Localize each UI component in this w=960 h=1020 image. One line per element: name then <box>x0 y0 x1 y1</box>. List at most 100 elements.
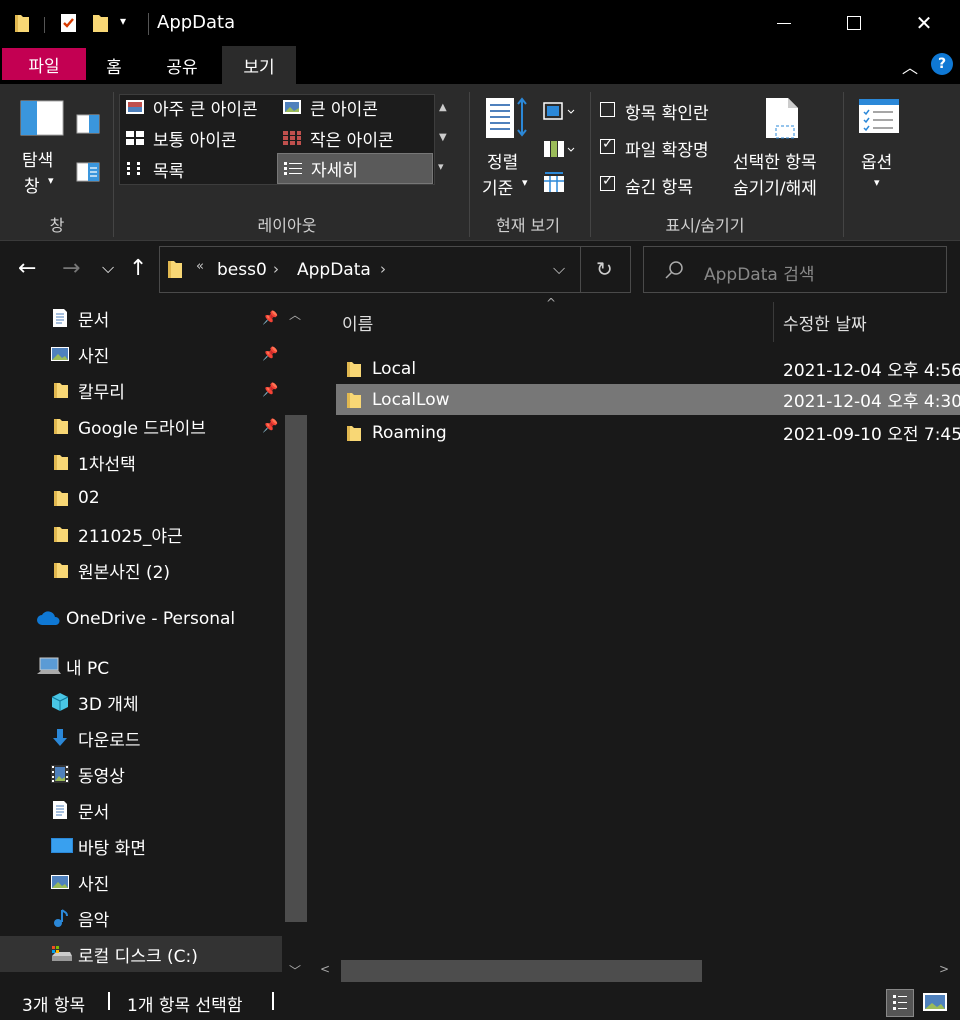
column-header-modified[interactable]: 수정한 날짜 <box>783 310 867 335</box>
add-columns-icon[interactable] <box>543 139 575 159</box>
nav-label: 다운로드 <box>78 730 141 751</box>
layout-list[interactable]: 목록 <box>125 155 184 183</box>
gallery-scroll-down-icon[interactable]: ▼ <box>439 132 447 143</box>
forward-arrow-icon[interactable]: → <box>62 256 80 281</box>
pin-icon[interactable]: 📌 <box>262 347 278 362</box>
pin-icon[interactable]: 📌 <box>262 419 278 434</box>
folder-icon[interactable] <box>14 12 30 34</box>
scroll-left-icon[interactable]: < <box>320 962 330 976</box>
group-by-icon[interactable] <box>543 101 575 121</box>
recent-locations-icon[interactable]: ⌵ <box>102 258 114 278</box>
file-name: LocalLow <box>372 389 450 410</box>
window-title: AppData <box>157 12 236 33</box>
nav-item-local-disk[interactable]: 로컬 디스크 (C:) <box>0 936 282 972</box>
scroll-right-icon[interactable]: > <box>939 962 949 976</box>
new-folder-icon[interactable] <box>92 12 110 34</box>
file-modified: 2021-09-10 오전 7:45 <box>783 425 960 445</box>
nav-item-211025[interactable]: 211025_야근 <box>0 516 282 552</box>
nav-item-02[interactable]: 02 <box>0 480 282 516</box>
refresh-icon[interactable]: ↻ <box>596 257 613 281</box>
folder-icon <box>54 455 68 470</box>
folder-icon <box>54 563 68 578</box>
gallery-expand-icon[interactable]: ▾ <box>438 160 444 173</box>
nav-item-original-photos[interactable]: 원본사진 (2) <box>0 552 282 588</box>
gallery-scroll-up-icon[interactable]: ▲ <box>439 102 447 113</box>
pin-icon[interactable]: 📌 <box>262 311 278 326</box>
nav-item-music[interactable]: 음악 <box>0 900 282 936</box>
nav-item-google-drive[interactable]: Google 드라이브 📌 <box>0 408 282 444</box>
options-button[interactable]: 옵션 ▾ <box>852 94 906 206</box>
nav-item-this-pc[interactable]: 내 PC <box>0 648 282 684</box>
breadcrumb-bess0[interactable]: bess0 <box>217 260 267 280</box>
file-row-roaming[interactable]: Roaming 2021-09-10 오전 7:45 <box>336 417 960 448</box>
nav-item-desktop[interactable]: 바탕 화면 <box>0 828 282 864</box>
group-label-show-hide: 표시/숨기기 <box>665 216 745 235</box>
file-extensions-checkbox[interactable] <box>600 136 615 154</box>
nav-item-1st-selection[interactable]: 1차선택 <box>0 444 282 480</box>
help-icon[interactable]: ? <box>931 53 953 75</box>
nav-scrollbar-thumb[interactable] <box>285 415 307 922</box>
breadcrumb-overflow[interactable]: « <box>196 259 204 274</box>
nav-item-downloads[interactable]: 다운로드 <box>0 720 282 756</box>
tab-home[interactable]: 홈 <box>86 46 142 84</box>
horizontal-scrollbar-thumb[interactable] <box>341 960 702 982</box>
back-arrow-icon[interactable]: ← <box>18 256 36 281</box>
music-icon <box>54 909 68 927</box>
address-history-dropdown-icon[interactable]: ⌵ <box>553 259 565 279</box>
large-icons-icon <box>283 100 301 114</box>
scroll-down-icon[interactable]: ﹀ <box>289 962 301 979</box>
tab-share[interactable]: 공유 <box>150 46 214 84</box>
hidden-items-checkbox[interactable] <box>600 173 615 191</box>
nav-item-documents[interactable]: 문서 📌 <box>0 300 282 336</box>
breadcrumb-appdata[interactable]: AppData <box>297 260 371 280</box>
file-row-local[interactable]: Local 2021-12-04 오후 4:56 <box>336 353 960 384</box>
properties-icon[interactable] <box>58 12 80 34</box>
medium-icons-icon <box>126 131 144 145</box>
pin-icon[interactable]: 📌 <box>262 383 278 398</box>
layout-large-icons[interactable]: 큰 아이콘 <box>282 93 378 121</box>
collapse-ribbon-icon[interactable]: ︿ <box>898 54 922 78</box>
nav-item-pictures-pc[interactable]: 사진 <box>0 864 282 900</box>
item-checkboxes-checkbox[interactable] <box>600 102 615 117</box>
search-box[interactable]: AppData 검색 <box>643 246 947 293</box>
nav-item-pictures[interactable]: 사진 📌 <box>0 336 282 372</box>
details-pane-icon[interactable] <box>76 162 100 182</box>
videos-icon <box>51 765 69 783</box>
details-view-button[interactable] <box>886 989 914 1017</box>
qa-separator <box>44 17 45 33</box>
file-row-locallow[interactable]: LocalLow 2021-12-04 오후 4:30 <box>336 384 960 415</box>
maximize-button[interactable] <box>819 0 889 46</box>
pictures-icon <box>51 875 69 889</box>
column-header-name[interactable]: 이름 <box>342 310 373 335</box>
customize-quick-access-icon[interactable]: ▾ <box>120 14 126 28</box>
column-separator[interactable] <box>773 302 774 342</box>
scroll-up-icon[interactable]: ︿ <box>289 306 301 323</box>
layout-medium-icons[interactable]: 보통 아이콘 <box>125 124 237 152</box>
folder-icon <box>168 261 182 278</box>
address-bar[interactable]: « bess0 › AppData › ⌵ ↻ <box>159 246 631 293</box>
nav-item-documents-pc[interactable]: 문서 <box>0 792 282 828</box>
nav-item-kalmuri[interactable]: 칼무리 📌 <box>0 372 282 408</box>
hide-selected-items-button[interactable]: 선택한 항목 숨기기/해제 <box>730 94 834 206</box>
sort-by-button[interactable]: 정렬 기준 ▾ <box>478 94 536 206</box>
nav-label: 3D 개체 <box>78 694 139 715</box>
chevron-right-icon[interactable]: › <box>273 260 279 278</box>
dropdown-arrow-icon: ▾ <box>874 176 880 189</box>
large-icons-view-icon[interactable] <box>922 992 948 1012</box>
up-arrow-icon[interactable]: ↑ <box>129 256 147 281</box>
size-columns-icon[interactable] <box>543 172 565 194</box>
nav-item-onedrive[interactable]: OneDrive - Personal <box>0 601 282 637</box>
navigation-pane-button[interactable]: 탐색 창 ▾ <box>12 94 72 197</box>
chevron-right-icon[interactable]: › <box>380 260 386 278</box>
extra-large-icons-icon <box>126 100 144 114</box>
close-button[interactable]: ✕ <box>889 0 959 46</box>
tab-file[interactable]: 파일 <box>2 48 86 80</box>
nav-item-videos[interactable]: 동영상 <box>0 756 282 792</box>
tab-view[interactable]: 보기 <box>222 46 296 84</box>
layout-small-icons[interactable]: 작은 아이콘 <box>282 124 394 152</box>
preview-pane-icon[interactable] <box>76 114 100 134</box>
nav-item-3d-objects[interactable]: 3D 개체 <box>0 684 282 720</box>
minimize-button[interactable] <box>749 0 819 46</box>
layout-extra-large-icons[interactable]: 아주 큰 아이콘 <box>125 93 258 121</box>
layout-details[interactable]: 자세히 <box>277 153 433 184</box>
